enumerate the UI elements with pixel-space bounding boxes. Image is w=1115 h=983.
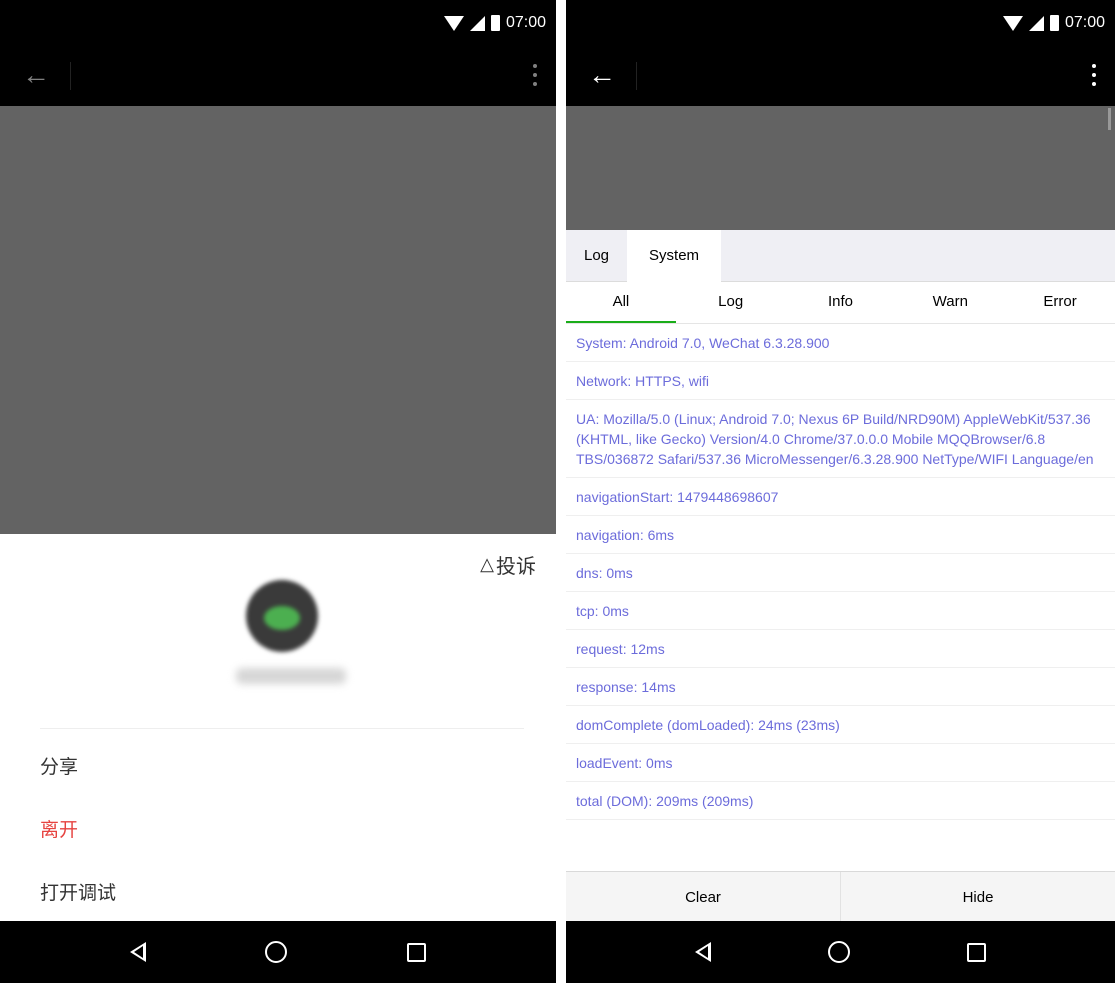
filter-warn[interactable]: Warn	[895, 282, 1005, 323]
log-item: System: Android 7.0, WeChat 6.3.28.900	[566, 324, 1115, 362]
complaint-label: 投诉	[496, 556, 536, 578]
log-item: loadEvent: 0ms	[566, 744, 1115, 782]
tab-log[interactable]: Log	[566, 230, 627, 282]
wifi-icon	[443, 15, 464, 31]
toolbar: ←	[0, 46, 556, 106]
nav-back-icon[interactable]	[694, 942, 711, 962]
status-time: 07:00	[1064, 14, 1105, 31]
avatar	[246, 580, 318, 652]
menu-item-open-debug[interactable]: 打开调试	[40, 878, 116, 905]
log-item: navigationStart: 1479448698607	[566, 478, 1115, 516]
nav-back-icon[interactable]	[129, 942, 146, 962]
scrollbar[interactable]	[1108, 108, 1111, 130]
battery-icon	[490, 15, 500, 31]
console-tabs: Log System	[566, 230, 1115, 282]
signal-icon	[469, 15, 485, 31]
menu-item-leave[interactable]: 离开	[40, 815, 78, 842]
back-arrow-icon[interactable]: ←	[22, 60, 52, 90]
log-item: navigation: 6ms	[566, 516, 1115, 554]
status-bar: 07:00	[566, 0, 1115, 46]
status-time: 07:00	[505, 14, 546, 31]
back-arrow-icon[interactable]: ←	[588, 60, 618, 90]
filter-all[interactable]: All	[566, 282, 676, 323]
status-bar: 07:00	[0, 0, 556, 46]
more-options-icon[interactable]	[532, 60, 538, 90]
menu-item-share[interactable]: 分享	[40, 752, 78, 779]
console-footer: Clear Hide	[566, 871, 1115, 923]
battery-icon	[1049, 15, 1059, 31]
log-item: tcp: 0ms	[566, 592, 1115, 630]
phone-screen-left: 07:00 ← △ 投诉 分享 离开 打开调试	[0, 0, 556, 983]
toolbar-divider	[70, 62, 71, 90]
dimmed-webview[interactable]	[566, 106, 1115, 230]
screen-gap	[556, 0, 566, 983]
system-nav-bar	[0, 921, 556, 983]
filter-error[interactable]: Error	[1005, 282, 1115, 323]
debug-console-panel: Log System All Log Info Warn Error Syste…	[566, 230, 1115, 923]
tab-system[interactable]: System	[627, 230, 722, 282]
toolbar: ←	[566, 46, 1115, 106]
log-item: UA: Mozilla/5.0 (Linux; Android 7.0; Nex…	[566, 400, 1115, 478]
sheet-divider	[40, 728, 524, 729]
hide-button[interactable]: Hide	[840, 872, 1115, 923]
log-filter-bar: All Log Info Warn Error	[566, 282, 1115, 324]
filter-info[interactable]: Info	[786, 282, 896, 323]
warning-triangle-icon: △	[480, 554, 494, 574]
blurred-account-name	[236, 668, 346, 684]
log-item: total (DOM): 209ms (209ms)	[566, 782, 1115, 820]
system-nav-bar	[566, 921, 1115, 983]
phone-screen-right: 07:00 ← Log System All Log Info Warn Err…	[566, 0, 1115, 983]
log-item: dns: 0ms	[566, 554, 1115, 592]
nav-recents-icon[interactable]	[967, 942, 987, 962]
log-item: response: 14ms	[566, 668, 1115, 706]
complaint-link[interactable]: △ 投诉	[480, 550, 536, 579]
nav-recents-icon[interactable]	[407, 942, 427, 962]
log-item: request: 12ms	[566, 630, 1115, 668]
dimmed-overlay[interactable]	[0, 106, 556, 534]
more-options-icon[interactable]	[1091, 60, 1097, 90]
log-list[interactable]: System: Android 7.0, WeChat 6.3.28.900 N…	[566, 324, 1115, 869]
nav-home-icon[interactable]	[827, 941, 850, 963]
toolbar-divider	[636, 62, 637, 90]
clear-button[interactable]: Clear	[566, 872, 840, 923]
signal-icon	[1028, 15, 1044, 31]
log-item: Network: HTTPS, wifi	[566, 362, 1115, 400]
log-item: domComplete (domLoaded): 24ms (23ms)	[566, 706, 1115, 744]
filter-log[interactable]: Log	[676, 282, 786, 323]
nav-home-icon[interactable]	[265, 941, 288, 963]
wifi-icon	[1002, 15, 1023, 31]
